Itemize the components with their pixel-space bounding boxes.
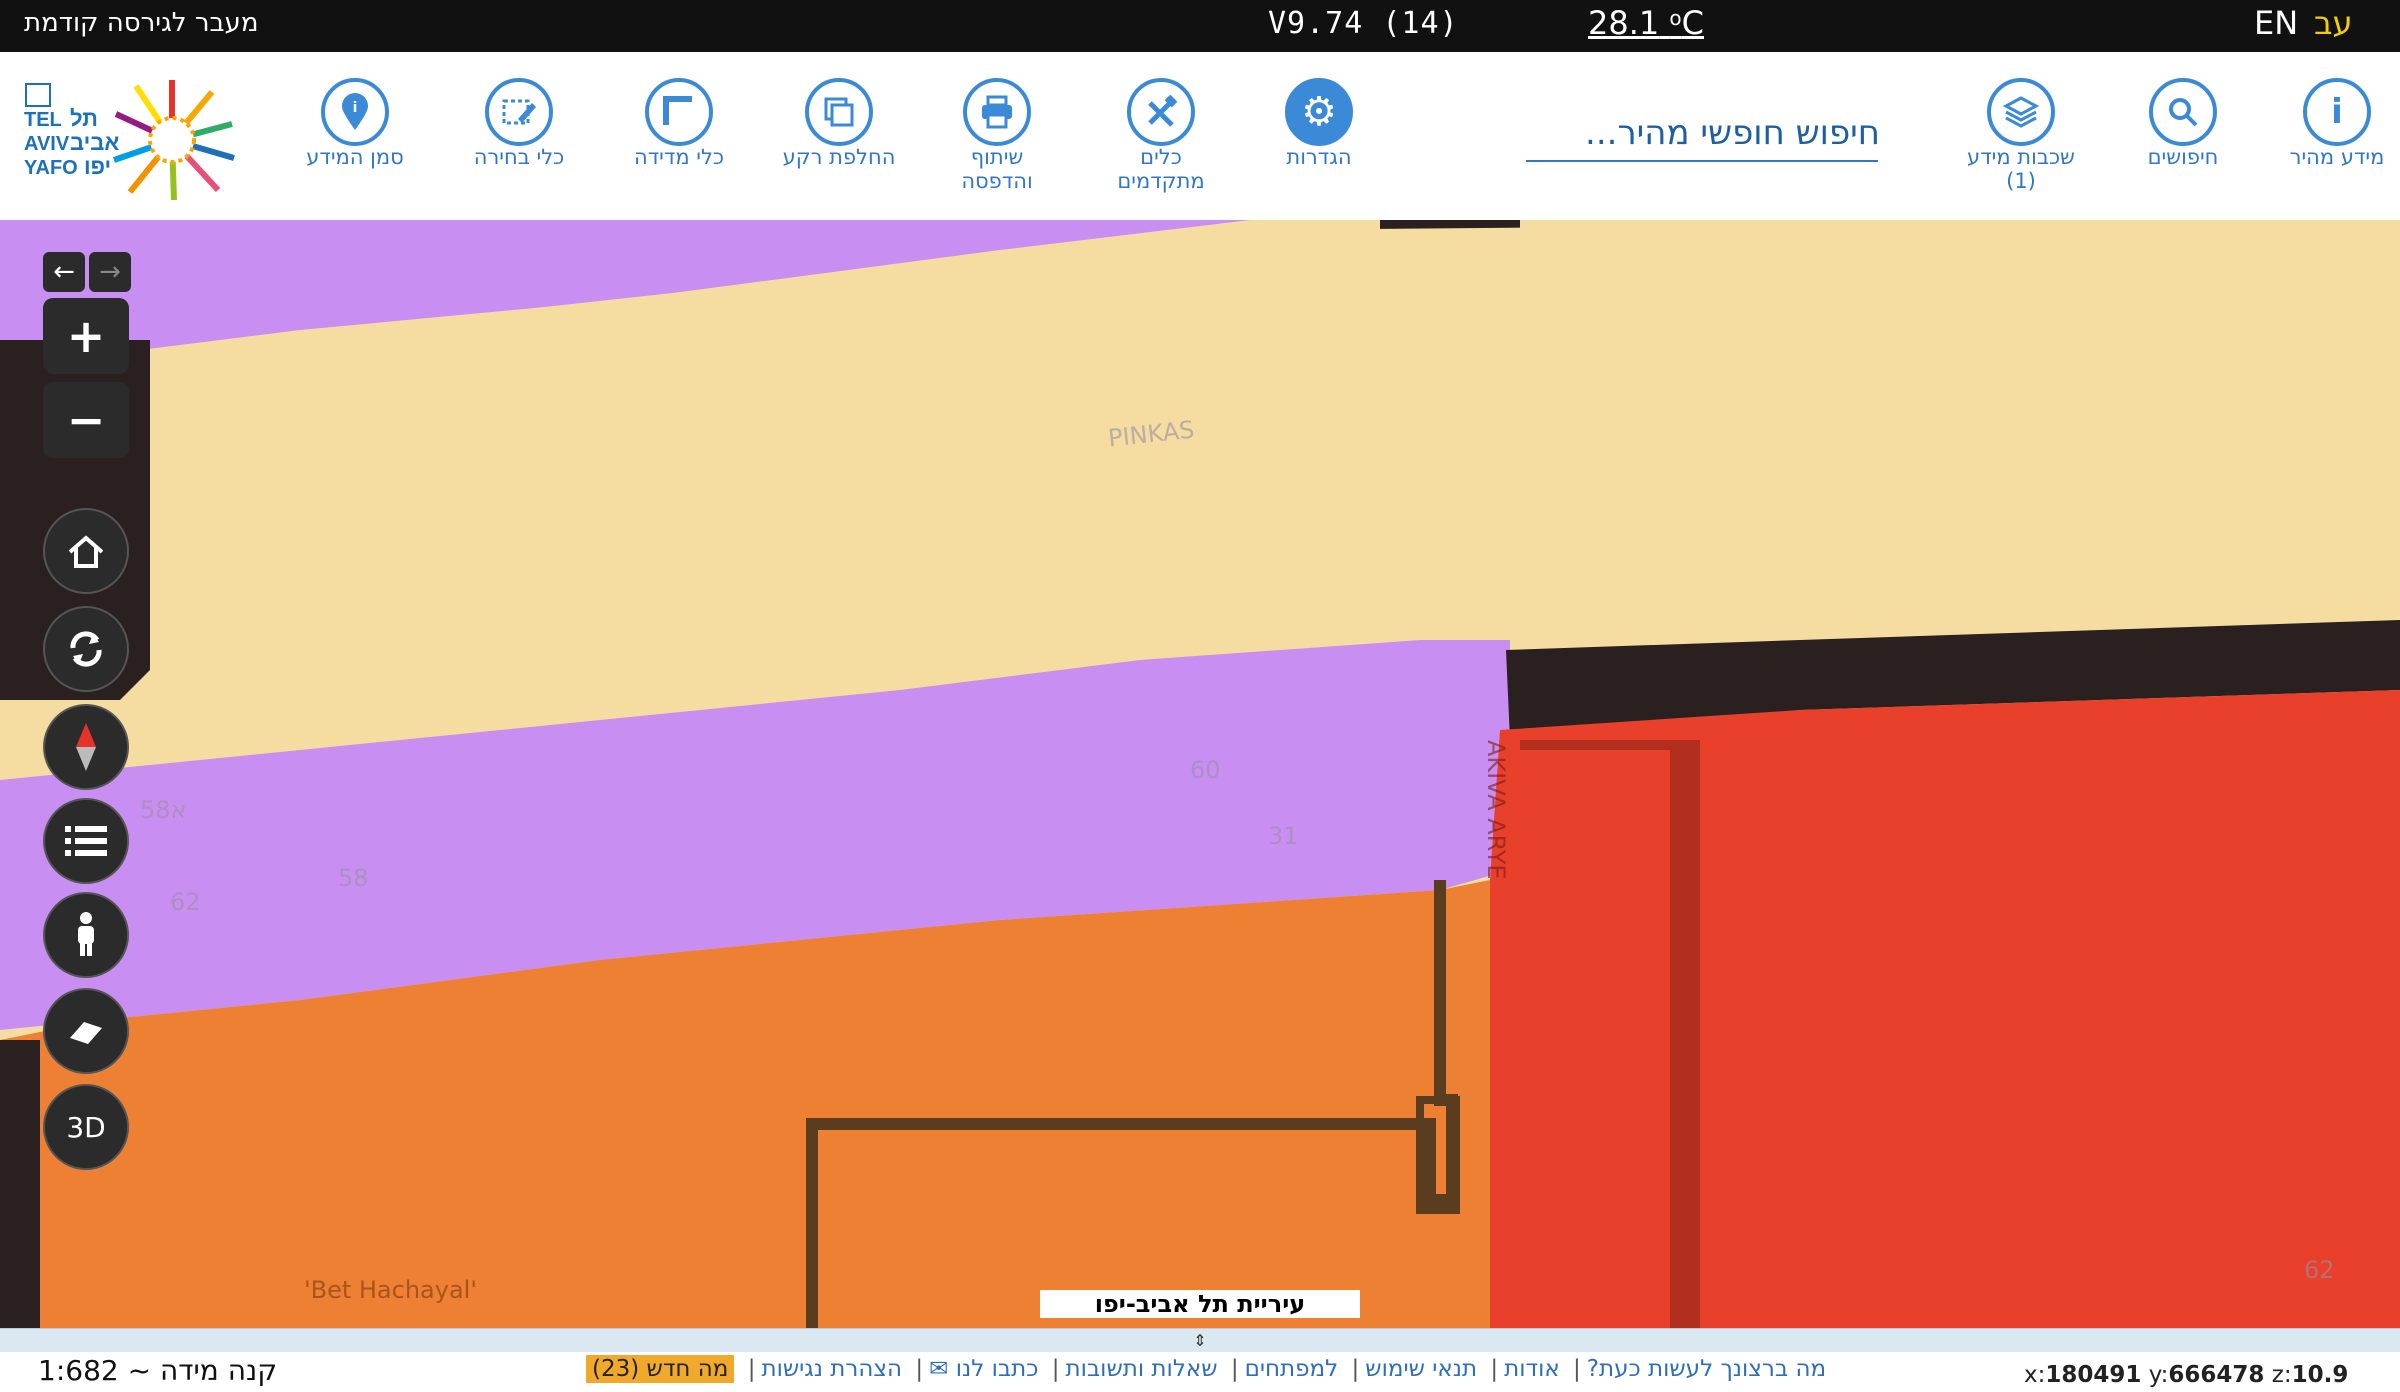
refresh-button[interactable]: [43, 606, 129, 692]
logo-burst-icon: [113, 80, 235, 201]
tools-icon: [1127, 78, 1195, 146]
parcel-number: 60: [1190, 756, 1221, 784]
history-arrows: ← →: [43, 252, 131, 292]
zoom-in-button[interactable]: +: [43, 298, 129, 374]
zoom-out-button[interactable]: −: [43, 382, 129, 458]
quick-search-input[interactable]: [1526, 104, 1882, 162]
tool-advanced[interactable]: כלים מתקדמים: [1086, 78, 1236, 194]
footer-bar: קנה מידה ~ 1:682 מה ברצונך לעשות כעת?| א…: [0, 1352, 2400, 1392]
language-en-button[interactable]: EN: [2254, 4, 2298, 42]
select-icon: [485, 78, 553, 146]
compass-button[interactable]: [43, 704, 129, 790]
refresh-icon: [70, 631, 102, 667]
tool-settings[interactable]: ⚙ הגדרות: [1244, 78, 1394, 170]
legend-button[interactable]: [43, 798, 129, 884]
svg-text:אביב: אביב: [70, 130, 119, 155]
tool-layers[interactable]: שכבות מידע (1): [1946, 78, 2096, 194]
3d-button[interactable]: 3D: [43, 1084, 129, 1170]
tool-select[interactable]: כלי בחירה: [444, 78, 594, 170]
footer-link-faq[interactable]: שאלות ותשובות: [1066, 1356, 1218, 1382]
compass-icon: [76, 723, 96, 771]
temperature-link[interactable]: 28.1 oC: [1588, 4, 1704, 42]
map-canvas[interactable]: PINKAS AKIVA ARYE 'Bet Hachayal' 60 31 5…: [0, 220, 2400, 1328]
footer-resize-handle[interactable]: ⇕: [0, 1328, 2400, 1353]
coordinates-readout: x:180491 y:666478 z:10.9: [2024, 1362, 2349, 1388]
svg-text:YAFO: YAFO: [24, 157, 78, 179]
eraser-icon: [70, 1022, 102, 1044]
ruler-icon: [645, 78, 713, 146]
footer-link-what-to-do[interactable]: מה ברצונך לעשות כעת?: [1587, 1356, 1826, 1382]
tel-aviv-logo[interactable]: TEL תל AVIV אביב YAFO יפו: [22, 74, 250, 202]
plus-icon: +: [66, 309, 106, 363]
layers-icon: [1987, 78, 2055, 146]
basemap-icon: [805, 78, 873, 146]
svg-text:AVIV: AVIV: [24, 133, 70, 155]
whats-new-badge[interactable]: מה חדש (23): [586, 1355, 735, 1383]
place-label-bet-hachayal: 'Bet Hachayal': [304, 1276, 477, 1304]
expand-arrows-icon: ⇕: [1193, 1331, 1207, 1350]
version-label: V9.74 (14): [1268, 6, 1459, 41]
eraser-button[interactable]: [43, 988, 129, 1074]
top-bar: מעבר לגירסה קודמת V9.74 (14) 28.1 oC EN …: [0, 0, 2400, 52]
search-icon: [2149, 78, 2217, 146]
footer-link-terms[interactable]: תנאי שימוש: [1365, 1356, 1477, 1382]
svg-text:יפו: יפו: [84, 154, 111, 179]
tool-measure[interactable]: כלי מדידה: [604, 78, 754, 170]
gear-icon: ⚙: [1285, 78, 1353, 146]
info-icon: i: [2303, 78, 2371, 146]
tool-share-print[interactable]: שיתוף והדפסה: [922, 78, 1072, 194]
footer-link-accessibility[interactable]: הצהרת נגישות: [761, 1356, 902, 1382]
printer-icon: [963, 78, 1031, 146]
parcel-number: 58א: [140, 796, 187, 824]
parcel-number: 31: [1268, 822, 1299, 850]
minus-icon: −: [66, 393, 106, 447]
footer-link-about[interactable]: אודות: [1504, 1356, 1560, 1382]
tool-searches[interactable]: חיפושים: [2108, 78, 2258, 170]
back-arrow-icon[interactable]: ←: [43, 252, 85, 292]
previous-version-link[interactable]: מעבר לגירסה קודמת: [24, 8, 258, 38]
forward-arrow-icon[interactable]: →: [89, 252, 131, 292]
footer-link-developers[interactable]: למפתחים: [1245, 1356, 1339, 1382]
footer-link-contact[interactable]: כתבו לנו ✉: [929, 1356, 1038, 1382]
tool-info-marker[interactable]: i סמן המידע: [280, 78, 430, 170]
home-icon: [68, 535, 104, 568]
parcel-number: 62: [2304, 1256, 2335, 1284]
main-toolbar: TEL תל AVIV אביב YAFO יפו i מידע מהיר חי…: [0, 52, 2400, 221]
home-button[interactable]: [43, 508, 129, 594]
map-scale: קנה מידה ~ 1:682: [38, 1354, 278, 1387]
svg-text:TEL: TEL: [24, 109, 62, 131]
person-icon: [78, 912, 94, 956]
footer-links: מה ברצונך לעשות כעת?| אודות| תנאי שימוש|…: [580, 1355, 1832, 1383]
tool-basemap[interactable]: החלפת רקע: [764, 78, 914, 170]
language-he-button[interactable]: עב: [2314, 4, 2353, 42]
svg-text:תל: תל: [70, 106, 98, 131]
street-label-akiva-arye: AKIVA ARYE: [1482, 740, 1510, 880]
street-view-button[interactable]: [43, 892, 129, 978]
info-pin-icon: i: [321, 78, 389, 146]
city-label: עיריית תל אביב-יפו: [1040, 1290, 1360, 1318]
svg-text:i: i: [353, 100, 358, 116]
parcel-number: 62: [170, 888, 201, 916]
tool-quick-info[interactable]: i מידע מהיר: [2262, 78, 2400, 170]
parcel-number: 58: [338, 864, 369, 892]
list-icon: [65, 826, 107, 856]
quick-search-field[interactable]: [1526, 104, 1882, 162]
